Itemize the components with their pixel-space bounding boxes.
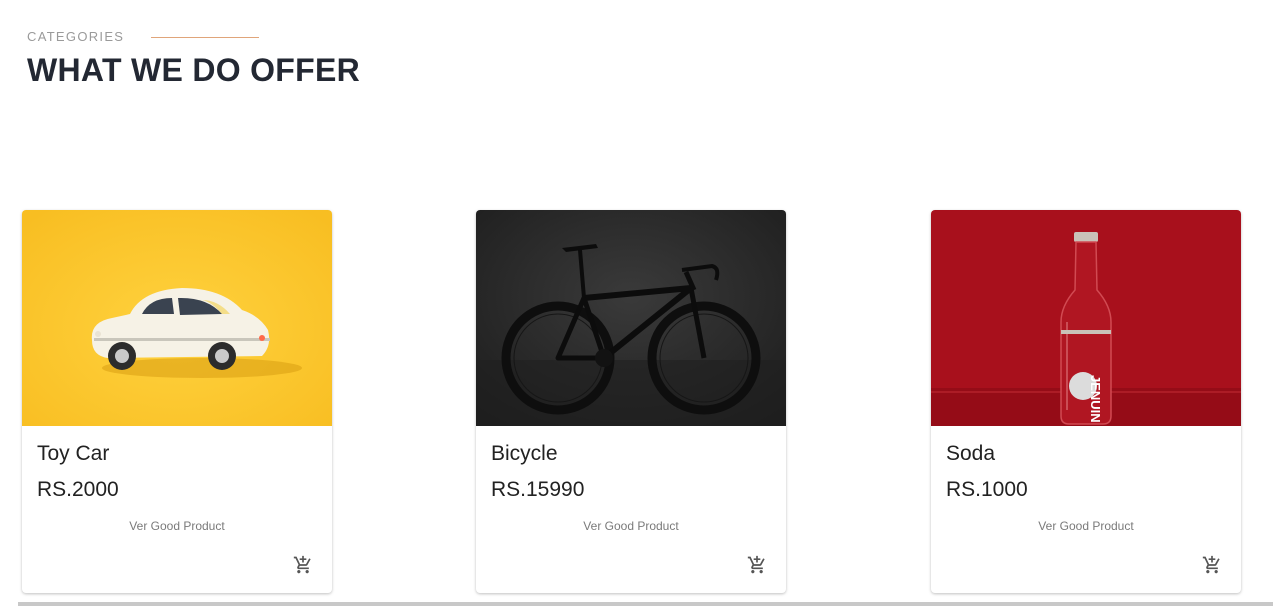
product-price: RS.2000 [37, 478, 119, 501]
product-card-toy-car[interactable]: Toy Car RS.2000 Ver Good Product [22, 210, 332, 593]
add-to-cart-icon [293, 555, 311, 574]
product-description: Ver Good Product [1038, 519, 1134, 533]
product-name: Bicycle [491, 442, 558, 465]
page-title: WHAT WE DO OFFER [27, 52, 361, 88]
section-eyebrow: CATEGORIES [27, 29, 260, 44]
add-to-cart-icon [747, 555, 765, 574]
product-card-bicycle[interactable]: Bicycle RS.15990 Ver Good Product [476, 210, 786, 593]
product-description: Ver Good Product [129, 519, 225, 533]
product-price: RS.15990 [491, 478, 585, 501]
bicycle-image [476, 210, 786, 426]
soda-bottle-image: JENUIN [931, 210, 1241, 426]
horizontal-scrollbar[interactable] [18, 602, 1273, 606]
product-name: Toy Car [37, 442, 110, 465]
add-to-cart-button[interactable] [290, 552, 316, 578]
add-to-cart-button[interactable] [1199, 552, 1225, 578]
product-description: Ver Good Product [583, 519, 679, 533]
product-price: RS.1000 [946, 478, 1028, 501]
product-name: Soda [946, 442, 996, 465]
bottle-label-text: JENUIN [1088, 375, 1103, 423]
add-to-cart-button[interactable] [744, 552, 770, 578]
eyebrow-label: CATEGORIES [27, 29, 125, 44]
product-card-soda[interactable]: JENUIN Soda RS.1000 Ver Good Product [931, 210, 1241, 593]
toy-car-image [22, 210, 332, 426]
add-to-cart-icon [1202, 555, 1220, 574]
eyebrow-divider [151, 37, 260, 38]
page: CATEGORIES WHAT WE DO OFFER Toy Car RS.2… [0, 0, 1273, 606]
